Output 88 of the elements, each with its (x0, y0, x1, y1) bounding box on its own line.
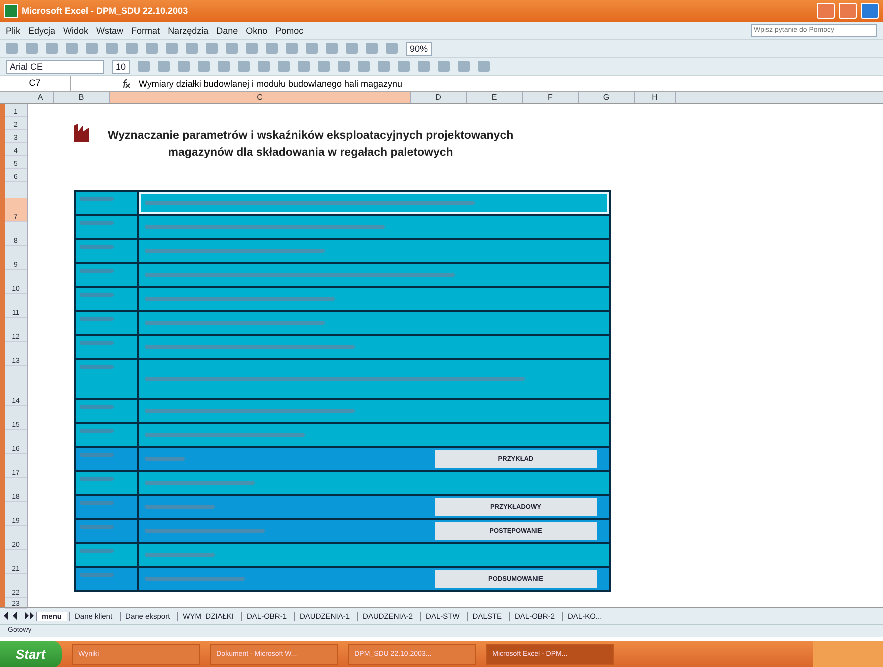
toolbar-icon[interactable] (478, 61, 490, 72)
toolbar-icon[interactable] (238, 61, 250, 72)
blurred-text (80, 221, 114, 225)
blurred-text (80, 269, 114, 273)
blurred-text (80, 245, 114, 249)
column-header[interactable]: F (523, 92, 579, 103)
toolbar-icon[interactable] (366, 43, 378, 54)
toolbar-icon[interactable] (26, 43, 38, 54)
toolbar-icon[interactable] (246, 43, 258, 54)
font-field[interactable]: Arial CE (6, 60, 104, 74)
maximize-button[interactable] (839, 3, 857, 19)
toolbar-icon[interactable] (186, 43, 198, 54)
column-header[interactable]: C (110, 92, 411, 103)
menu-item[interactable]: Edycja (28, 26, 56, 36)
toolbar-icon[interactable] (326, 43, 338, 54)
toolbar-icon[interactable] (106, 43, 118, 54)
blurred-text (80, 429, 114, 433)
toolbar-icon[interactable] (46, 43, 58, 54)
toolbar-icon[interactable] (198, 61, 210, 72)
blurred-text (80, 405, 114, 409)
column-header[interactable]: D (411, 92, 467, 103)
minimize-button[interactable] (817, 3, 835, 19)
blurred-text (80, 501, 114, 505)
name-box[interactable]: C7 (0, 76, 71, 91)
toolbar-icon[interactable] (158, 61, 170, 72)
blurred-text (145, 457, 185, 461)
font-size-field[interactable]: 10 (112, 60, 130, 74)
toolbar-icon[interactable] (66, 43, 78, 54)
menu-item[interactable]: Okno (246, 26, 268, 36)
formula-text[interactable]: Wymiary działki budowlanej i modułu budowlanego hali magazynu (139, 78, 403, 88)
toolbar-icon[interactable] (438, 61, 450, 72)
toolbar-icon[interactable] (226, 43, 238, 54)
menu-item[interactable]: Plik (6, 26, 21, 36)
system-tray (813, 641, 883, 667)
toolbar-icon[interactable] (258, 61, 270, 72)
toolbar-icon[interactable] (266, 43, 278, 54)
blurred-text (80, 365, 114, 369)
toolbar-icon[interactable] (378, 61, 390, 72)
menu-item[interactable]: Narzędzia (168, 26, 209, 36)
toolbar-icon[interactable] (166, 43, 178, 54)
menu-item[interactable]: Wstaw (96, 26, 124, 36)
excel-icon (4, 4, 18, 18)
close-button[interactable] (861, 3, 879, 19)
blurred-text (80, 573, 114, 577)
blurred-text (145, 505, 215, 509)
column-header[interactable]: A (28, 92, 54, 103)
menu-item[interactable]: Widok (64, 26, 89, 36)
function-icon[interactable] (121, 78, 131, 88)
column-header[interactable]: H (635, 92, 676, 103)
toolbar-icon[interactable] (298, 61, 310, 72)
menu-item[interactable]: Pomoc (276, 26, 304, 36)
heading-text: Wyznaczanie parametrów i wskaźników eksploatacyjnych projektowanych (108, 130, 514, 142)
blurred-text (80, 293, 114, 297)
blurred-text (80, 477, 114, 481)
toolbar-icon[interactable] (218, 61, 230, 72)
toolbar-icon[interactable] (126, 43, 138, 54)
toolbar-icon[interactable] (418, 61, 430, 72)
blurred-text (80, 525, 114, 529)
toolbar-icon[interactable] (86, 43, 98, 54)
heading-text: magazynów dla składowania w regałach paletowych (168, 146, 454, 158)
menu-item[interactable]: Dane (216, 26, 238, 36)
toolbar-icon[interactable] (278, 61, 290, 72)
toolbar-icon[interactable] (6, 43, 18, 54)
toolbar-icon[interactable] (178, 61, 190, 72)
toolbar-icon[interactable] (458, 61, 470, 72)
window-title: Microsoft Excel - DPM_SDU 22.10.2003 (22, 6, 188, 16)
blurred-text (145, 553, 215, 557)
toolbar-icon[interactable] (338, 61, 350, 72)
toolbar-icon[interactable] (386, 43, 398, 54)
toolbar-icon[interactable] (206, 43, 218, 54)
toolbar-icon[interactable] (146, 43, 158, 54)
zoom-field[interactable]: 90% (406, 42, 432, 56)
column-header[interactable]: E (467, 92, 523, 103)
toolbar-icon[interactable] (398, 61, 410, 72)
tab-scroll-icon[interactable] (4, 612, 34, 620)
blurred-text (80, 197, 114, 201)
blurred-text (80, 341, 114, 345)
blurred-text (80, 317, 114, 321)
toolbar-icon[interactable] (286, 43, 298, 54)
toolbar-icon[interactable] (358, 61, 370, 72)
blurred-text (80, 549, 114, 553)
toolbar-icon[interactable] (138, 61, 150, 72)
toolbar-icon[interactable] (346, 43, 358, 54)
toolbar-icon[interactable] (306, 43, 318, 54)
toolbar-icon[interactable] (318, 61, 330, 72)
menu-item[interactable]: Format (132, 26, 160, 36)
column-header[interactable]: G (579, 92, 635, 103)
blurred-text (80, 453, 114, 457)
